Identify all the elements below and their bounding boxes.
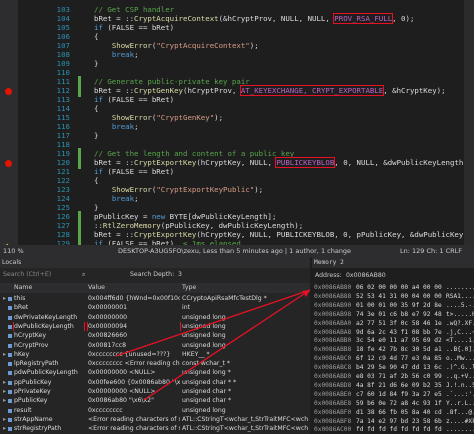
annotation-overlay xyxy=(115,289,311,401)
arrowhead-icon xyxy=(302,290,310,297)
annotation-arrow-pointer xyxy=(143,289,311,401)
annotation-arrow-length xyxy=(115,289,311,357)
